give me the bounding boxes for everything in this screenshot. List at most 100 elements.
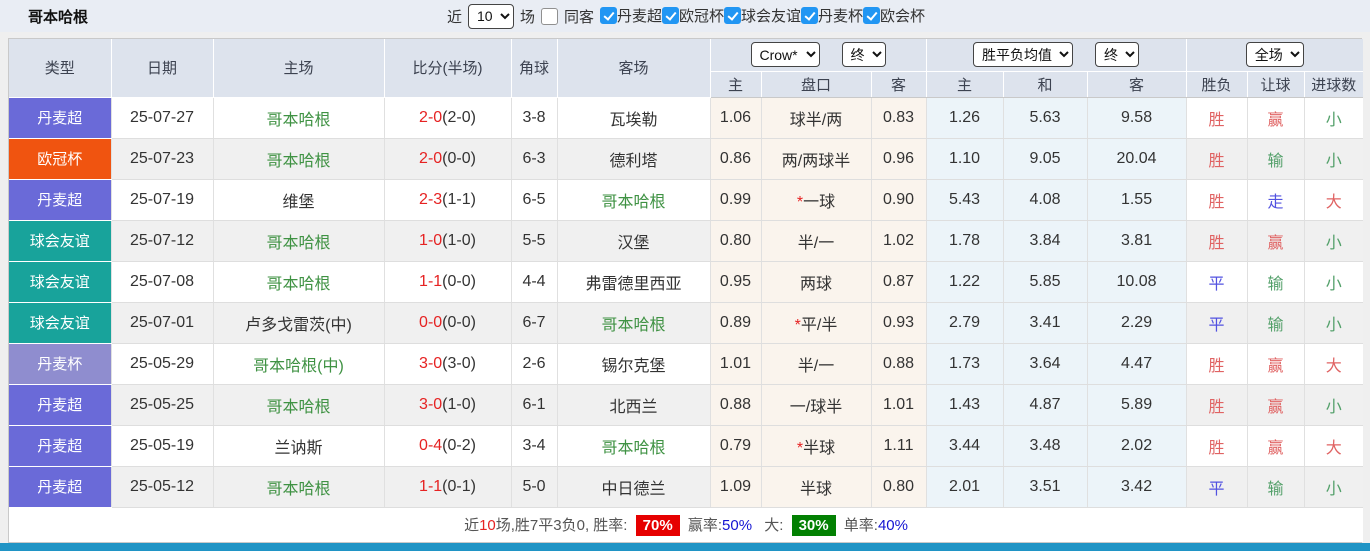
result-handicap: 赢 [1247, 220, 1305, 262]
league-checkbox-3[interactable] [801, 6, 819, 24]
handicap-odds-away: 0.88 [871, 343, 927, 385]
match-date: 25-07-01 [111, 302, 214, 344]
home-team: 哥本哈根 [213, 261, 385, 303]
league-type-badge: 丹麦超 [9, 97, 112, 139]
league-filter: 球会友谊 [724, 5, 801, 26]
avg-odds-win: 1.73 [926, 343, 1004, 385]
avg-odds-win: 3.44 [926, 425, 1004, 467]
avg-odds-win: 1.26 [926, 97, 1004, 139]
fulltime-score: 3-0 [419, 354, 443, 372]
avg-odds-win: 1.22 [926, 261, 1004, 303]
match-row: 球会友谊 25-07-01 卢多戈雷茨(中) 0-0(0-0) 6-7 哥本哈根 0.89 *… [9, 302, 1364, 344]
league-type-badge: 球会友谊 [9, 261, 112, 303]
away-team-name: 汉堡 [617, 234, 650, 252]
matches-label: 场 [519, 8, 535, 26]
avg-odds-lose: 9.58 [1087, 97, 1187, 139]
single-value: 40% [877, 517, 908, 535]
league-checkbox-0[interactable] [599, 6, 617, 24]
odds-source-select[interactable]: Crow* [750, 42, 820, 68]
avg-odds-win: 1.78 [926, 220, 1004, 262]
corner-count: 3-8 [511, 97, 558, 139]
avg-odds-draw: 5.85 [1003, 261, 1088, 303]
score-cell: 1-1(0-1) [384, 466, 512, 508]
handicap-text: 半球 [799, 480, 832, 498]
home-team-name: 哥本哈根 [266, 480, 331, 498]
result-wdl: 胜 [1186, 179, 1248, 221]
fulltime-score: 2-0 [419, 149, 443, 167]
away-team: 德利塔 [557, 138, 711, 180]
summary-near: 近 [464, 517, 480, 535]
result-wdl: 平 [1186, 261, 1248, 303]
league-type-badge: 丹麦超 [9, 466, 112, 508]
home-team-name: 哥本哈根(中) [253, 357, 344, 375]
handicap-text: 半/一 [797, 357, 835, 375]
avg-odds-win: 2.79 [926, 302, 1004, 344]
col-header-date: 日期 [111, 39, 214, 98]
league-checkbox-2[interactable] [724, 6, 742, 24]
result-handicap: 赢 [1247, 425, 1305, 467]
handicap-text: 半/一 [797, 234, 835, 252]
avg-odds-draw: 4.87 [1003, 384, 1088, 426]
away-team: 哥本哈根 [557, 425, 711, 467]
fulltime-score: 0-0 [419, 313, 443, 331]
col-header-score: 比分(半场) [384, 39, 512, 98]
league-checkbox-1[interactable] [662, 6, 679, 24]
away-team: 汉堡 [557, 220, 711, 262]
avg-odds-lose: 5.89 [1087, 384, 1187, 426]
corner-count: 5-0 [511, 466, 558, 508]
league-type-badge: 丹麦超 [9, 425, 112, 467]
result-wdl: 胜 [1186, 425, 1248, 467]
handicap-text: 一/球半 [789, 398, 843, 416]
match-date: 25-07-27 [111, 97, 214, 139]
handicap-line: 半/一 [761, 343, 872, 385]
result-wdl: 胜 [1186, 138, 1248, 180]
avg-odds-draw: 3.84 [1003, 220, 1088, 262]
away-team: 中日德兰 [557, 466, 711, 508]
same-opponent-checkbox[interactable] [540, 7, 558, 25]
odds-time-select[interactable]: 终 [841, 42, 886, 68]
avg-time-select[interactable]: 终 [1095, 42, 1140, 68]
result-handicap: 输 [1247, 302, 1305, 344]
sub-col-header: 盘口 [761, 71, 872, 98]
home-team: 哥本哈根(中) [213, 343, 385, 385]
league-checkbox-4[interactable] [863, 6, 881, 24]
result-wdl: 胜 [1186, 220, 1248, 262]
avg-odds-lose: 2.02 [1087, 425, 1187, 467]
handicap-line: *一球 [761, 179, 872, 221]
result-goals: 小 [1304, 97, 1364, 139]
scope-select[interactable]: 全场 [1245, 42, 1304, 68]
avg-type-select[interactable]: 胜平负均值 [973, 42, 1074, 68]
avg-odds-lose: 3.81 [1087, 220, 1187, 262]
match-date: 25-07-19 [111, 179, 214, 221]
avg-group-header: 胜平负均值 终 [926, 39, 1187, 72]
summary-row: 近10场,胜7平3负0, 胜率: 70% 赢率:50% 大: 30% 单率:40… [9, 506, 1364, 542]
recent-label: 近 [446, 8, 462, 26]
summary-count: 10 [479, 517, 496, 535]
big-rate-badge: 30% [791, 515, 836, 537]
halftime-score: (3-0) [442, 354, 476, 372]
league-label: 丹麦杯 [818, 7, 864, 25]
handicap-odds-away: 1.01 [871, 384, 927, 426]
fulltime-score: 2-0 [419, 108, 443, 126]
handicap-text: 一球 [803, 193, 836, 211]
league-type-badge: 丹麦超 [9, 384, 112, 426]
handicap-odds-away: 0.83 [871, 97, 927, 139]
league-label: 欧冠杯 [679, 7, 725, 25]
handicap-odds-away: 0.87 [871, 261, 927, 303]
away-team-name: 锡尔克堡 [601, 357, 666, 375]
fulltime-score: 3-0 [419, 395, 443, 413]
sub-col-header: 胜负 [1186, 71, 1248, 98]
recent-count-select[interactable]: 10 [467, 3, 514, 29]
result-goals: 小 [1304, 261, 1364, 303]
match-date: 25-05-12 [111, 466, 214, 508]
avg-odds-win: 1.10 [926, 138, 1004, 180]
home-team: 哥本哈根 [213, 138, 385, 180]
away-team-name: 哥本哈根 [601, 316, 666, 334]
handicap-text: 平/半 [800, 316, 838, 334]
avg-odds-lose: 2.29 [1087, 302, 1187, 344]
match-row: 丹麦超 25-05-19 兰讷斯 0-4(0-2) 3-4 哥本哈根 0.79 *半球 1.11… [9, 425, 1364, 467]
result-handicap: 赢 [1247, 384, 1305, 426]
handicap-odds-home: 0.79 [710, 425, 762, 467]
fulltime-score: 1-1 [419, 477, 443, 495]
halftime-score: (0-0) [442, 149, 476, 167]
